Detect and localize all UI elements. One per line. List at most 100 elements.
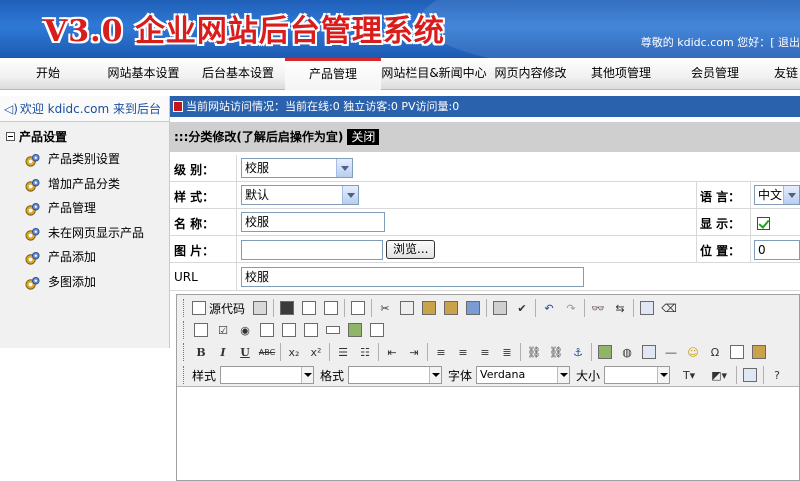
replace-icon[interactable]: ⇆ bbox=[611, 299, 629, 317]
undo-icon[interactable]: ↶ bbox=[540, 299, 558, 317]
subscript-icon[interactable]: x₂ bbox=[285, 343, 303, 361]
text-field-icon[interactable] bbox=[258, 321, 276, 339]
italic-icon[interactable]: I bbox=[214, 343, 232, 361]
unlink-icon[interactable]: ⛓ bbox=[547, 343, 565, 361]
language-select[interactable]: 中文 bbox=[754, 185, 800, 205]
chevron-down-icon[interactable] bbox=[336, 159, 352, 177]
cut-icon[interactable]: ✂ bbox=[376, 299, 394, 317]
tab-columns-news[interactable]: 网站栏目&新闻中心 bbox=[381, 58, 487, 90]
horizontal-rule-icon[interactable]: ― bbox=[662, 343, 680, 361]
templates-icon[interactable] bbox=[349, 299, 367, 317]
superscript-icon[interactable]: x² bbox=[307, 343, 325, 361]
welcome-text[interactable]: 尊敬的 kdidc.com 您好：[ 退出 bbox=[641, 34, 800, 50]
font-dropdown[interactable]: Verdana bbox=[476, 366, 571, 384]
paste-icon[interactable] bbox=[420, 299, 438, 317]
sidebar-group-label: 产品设置 bbox=[19, 130, 68, 144]
redo-icon[interactable]: ↷ bbox=[562, 299, 580, 317]
form-icon[interactable] bbox=[192, 321, 210, 339]
tab-page-content[interactable]: 网页内容修改 bbox=[487, 58, 574, 90]
size-dropdown[interactable] bbox=[604, 366, 671, 384]
style-dropdown[interactable] bbox=[220, 366, 315, 384]
chevron-down-icon[interactable] bbox=[783, 186, 799, 204]
print-icon[interactable] bbox=[491, 299, 509, 317]
radio-icon[interactable]: ◉ bbox=[236, 321, 254, 339]
bold-icon[interactable]: B bbox=[192, 343, 210, 361]
align-center-icon[interactable]: ≡ bbox=[454, 343, 472, 361]
find-icon[interactable]: 👓 bbox=[589, 299, 607, 317]
align-right-icon[interactable]: ≡ bbox=[476, 343, 494, 361]
page-break-icon[interactable] bbox=[728, 343, 746, 361]
chevron-down-icon[interactable] bbox=[301, 367, 314, 383]
save-icon[interactable] bbox=[251, 299, 269, 317]
bulleted-list-icon[interactable]: ☷ bbox=[356, 343, 374, 361]
special-char-icon[interactable]: Ω bbox=[706, 343, 724, 361]
tab-start[interactable]: 开始 bbox=[0, 58, 96, 90]
chevron-down-icon[interactable] bbox=[557, 367, 570, 383]
chevron-down-icon[interactable] bbox=[657, 367, 670, 383]
spellcheck-icon[interactable]: ✔ bbox=[513, 299, 531, 317]
new-page-icon[interactable] bbox=[300, 299, 318, 317]
sidebar-item-multi-image[interactable]: 多图添加 bbox=[0, 270, 169, 295]
sidebar-item-add-product[interactable]: 产品添加 bbox=[0, 245, 169, 270]
maximize-icon[interactable] bbox=[741, 366, 759, 384]
link-icon[interactable]: ⛓ bbox=[525, 343, 543, 361]
position-input[interactable]: 0 bbox=[754, 240, 800, 260]
image-icon[interactable] bbox=[596, 343, 614, 361]
image-path-input[interactable] bbox=[241, 240, 383, 260]
sidebar-group-product-settings[interactable]: 产品设置 bbox=[0, 122, 169, 145]
tab-product-management[interactable]: 产品管理 bbox=[285, 58, 381, 90]
collapse-icon[interactable] bbox=[6, 132, 15, 141]
browse-button[interactable]: 浏览... bbox=[386, 240, 436, 259]
chevron-down-icon[interactable] bbox=[342, 186, 358, 204]
background-color-icon[interactable]: ◩▾ bbox=[706, 366, 732, 384]
level-select[interactable]: 校服 bbox=[241, 158, 353, 178]
iframe-icon[interactable] bbox=[750, 343, 768, 361]
main-nav: 开始 网站基本设置 后台基本设置 产品管理 网站栏目&新闻中心 网页内容修改 其… bbox=[0, 58, 800, 90]
editor-content-area[interactable] bbox=[177, 387, 799, 480]
checkbox-icon[interactable]: ☑ bbox=[214, 321, 232, 339]
justify-icon[interactable]: ≣ bbox=[498, 343, 516, 361]
table-icon[interactable] bbox=[640, 343, 658, 361]
smiley-icon[interactable]: ☺ bbox=[684, 343, 702, 361]
sidebar-item-product-management[interactable]: 产品管理 bbox=[0, 196, 169, 221]
format-dropdown[interactable] bbox=[348, 366, 443, 384]
copy-icon[interactable] bbox=[398, 299, 416, 317]
style-select[interactable]: 默认 bbox=[241, 185, 359, 205]
source-code-button[interactable]: 源代码 bbox=[192, 299, 245, 317]
show-checkbox[interactable] bbox=[757, 217, 770, 230]
align-left-icon[interactable]: ≡ bbox=[432, 343, 450, 361]
close-button[interactable]: 关闭 bbox=[347, 129, 380, 145]
paste-text-icon[interactable] bbox=[442, 299, 460, 317]
indent-icon[interactable]: ⇥ bbox=[405, 343, 423, 361]
anchor-icon[interactable]: ⚓ bbox=[569, 343, 587, 361]
tab-member-management[interactable]: 会员管理 bbox=[668, 58, 762, 90]
textarea-icon[interactable] bbox=[280, 321, 298, 339]
sidebar-item-hidden-products[interactable]: 未在网页显示产品 bbox=[0, 221, 169, 246]
tab-other-items[interactable]: 其他项管理 bbox=[574, 58, 668, 90]
select-field-icon[interactable] bbox=[302, 321, 320, 339]
button-field-icon[interactable] bbox=[324, 321, 342, 339]
underline-icon[interactable]: U bbox=[236, 343, 254, 361]
hidden-field-icon[interactable] bbox=[368, 321, 386, 339]
tab-friend-links[interactable]: 友链 bbox=[762, 58, 800, 90]
language-label: 语 言： bbox=[700, 190, 741, 204]
remove-format-icon[interactable]: ⌫ bbox=[660, 299, 678, 317]
preview-icon[interactable] bbox=[322, 299, 340, 317]
tab-admin-settings[interactable]: 后台基本设置 bbox=[191, 58, 285, 90]
flash-icon[interactable]: ◍ bbox=[618, 343, 636, 361]
chevron-down-icon[interactable] bbox=[429, 367, 442, 383]
sidebar-item-category-settings[interactable]: 产品类别设置 bbox=[0, 147, 169, 172]
name-input[interactable]: 校服 bbox=[241, 212, 385, 232]
numbered-list-icon[interactable]: ☰ bbox=[334, 343, 352, 361]
sidebar-item-add-category[interactable]: 增加产品分类 bbox=[0, 172, 169, 197]
help-icon[interactable]: ? bbox=[768, 366, 786, 384]
tab-site-settings[interactable]: 网站基本设置 bbox=[96, 58, 191, 90]
save-document-icon[interactable] bbox=[278, 299, 296, 317]
paste-word-icon[interactable] bbox=[464, 299, 482, 317]
image-button-icon[interactable] bbox=[346, 321, 364, 339]
outdent-icon[interactable]: ⇤ bbox=[383, 343, 401, 361]
strikethrough-icon[interactable]: ABC bbox=[258, 343, 276, 361]
url-input[interactable]: 校服 bbox=[241, 267, 584, 287]
select-all-icon[interactable] bbox=[638, 299, 656, 317]
text-color-icon[interactable]: T▾ bbox=[676, 366, 702, 384]
